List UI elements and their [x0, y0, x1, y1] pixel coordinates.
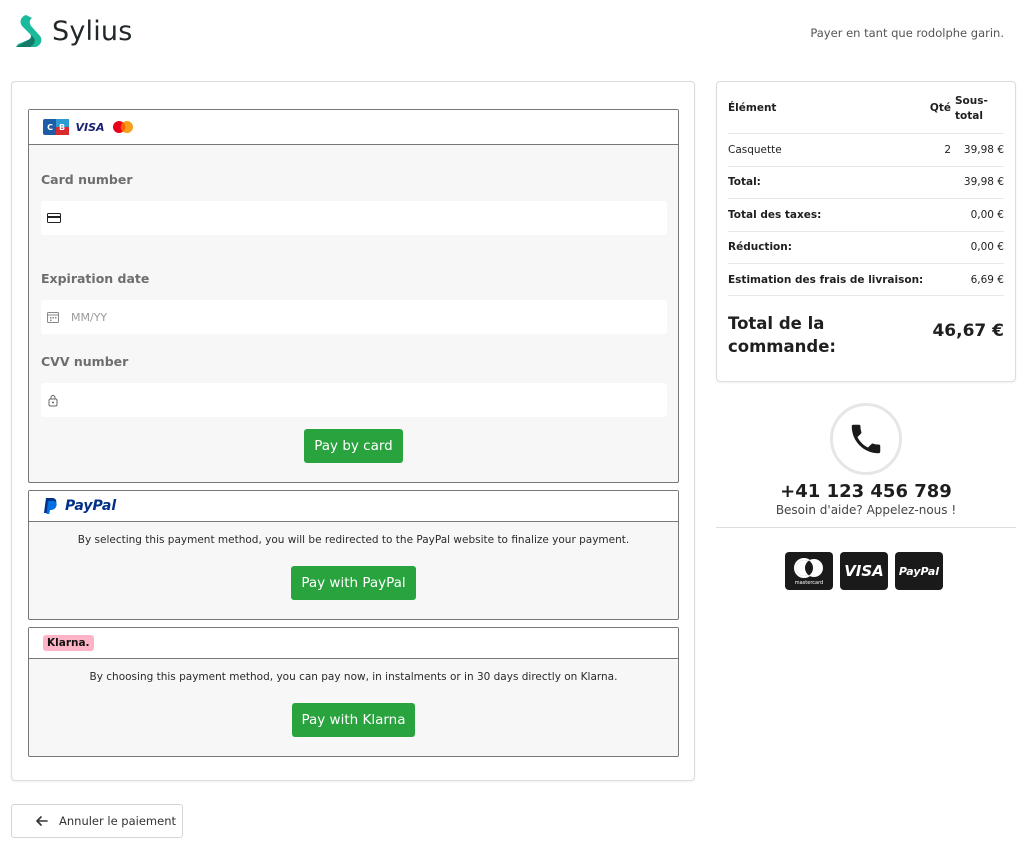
- svg-text:B: B: [59, 123, 65, 132]
- summary-shipping-value: 6,69 €: [970, 274, 1004, 286]
- phone-icon: [851, 424, 881, 454]
- klarna-description: By choosing this payment method, you can…: [89, 671, 618, 683]
- summary-discount-label: Réduction:: [728, 241, 792, 253]
- summary-order-total: Total de la commande: 46,67 €: [728, 310, 1004, 360]
- phone-number[interactable]: +41 123 456 789: [716, 481, 1016, 502]
- pay-by-card-button[interactable]: Pay by card: [304, 429, 403, 463]
- summary-total-value: 39,98 €: [963, 176, 1004, 188]
- klarna-logo: Klarna.: [43, 635, 94, 651]
- cvv-label: CVV number: [41, 354, 129, 369]
- arrow-left-icon: [36, 816, 48, 826]
- visa-icon: VISA: [75, 121, 104, 134]
- summary-discount-row: Réduction: 0,00 €: [728, 232, 1004, 264]
- summary-item-name: Casquette: [728, 144, 782, 156]
- pay-with-klarna-button[interactable]: Pay with Klarna: [292, 703, 415, 737]
- summary-taxes-row: Total des taxes: 0,00 €: [728, 199, 1004, 232]
- paypal-badge: PayPal: [895, 552, 943, 590]
- lock-icon: [48, 394, 58, 406]
- expiration-date-field[interactable]: MM/YY: [41, 300, 667, 334]
- mastercard-caption: mastercard: [795, 580, 823, 586]
- order-total-value: 46,67 €: [932, 321, 1004, 341]
- paypal-method-header[interactable]: PayPal: [29, 491, 678, 522]
- summary-item-qty: 2: [944, 144, 951, 156]
- expiration-date-label: Expiration date: [41, 271, 150, 286]
- klarna-payment-method[interactable]: Klarna. By choosing this payment method,…: [28, 627, 679, 757]
- brand-name: Sylius: [52, 15, 133, 47]
- sylius-logo[interactable]: Sylius: [14, 14, 133, 48]
- paypal-description: By selecting this payment method, you wi…: [77, 534, 630, 546]
- visa-badge-text: VISA: [844, 562, 884, 580]
- mastercard-icon: [113, 121, 133, 133]
- pay-as-text: Payer en tant que rodolphe garin.: [810, 26, 1004, 40]
- summary-item-row: Casquette 2 39,98 €: [728, 134, 1004, 167]
- mastercard-badge: mastercard: [785, 552, 833, 590]
- summary-header-qty: Qté: [929, 102, 951, 114]
- order-total-label-line2: commande:: [728, 337, 836, 356]
- cvv-field[interactable]: [41, 383, 667, 417]
- credit-card-icon: [47, 213, 61, 223]
- summary-header-subtotal-line1: Sous-: [955, 95, 988, 107]
- paypal-payment-method[interactable]: PayPal By selecting this payment method,…: [28, 490, 679, 620]
- cancel-payment-button[interactable]: Annuler le paiement: [11, 804, 183, 838]
- klarna-method-header[interactable]: Klarna.: [29, 628, 678, 659]
- summary-shipping-row: Estimation des frais de livraison: 6,69 …: [728, 264, 1004, 296]
- summary-taxes-label: Total des taxes:: [728, 209, 822, 221]
- mastercard-badge-icon: mastercard: [794, 558, 823, 586]
- paypal-logo-text: PayPal: [65, 498, 117, 514]
- card-number-field[interactable]: [41, 201, 667, 235]
- paypal-badge-text: PayPal: [898, 564, 940, 578]
- cb-card-icon: C B: [43, 119, 69, 135]
- order-total-label: Total de la commande:: [728, 312, 836, 358]
- summary-header-row: Élément Qté Sous- total: [728, 92, 1004, 134]
- paypal-logo-icon: [44, 498, 57, 514]
- sylius-swan-icon: [16, 15, 42, 47]
- calendar-icon: [47, 312, 59, 323]
- header: Sylius Payer en tant que rodolphe garin.: [0, 0, 1031, 70]
- payment-methods-card: C B VISA Card number Expiration date MM/…: [11, 81, 695, 781]
- cancel-payment-label: Annuler le paiement: [59, 814, 177, 828]
- help-section: +41 123 456 789 Besoin d'aide? Appelez-n…: [716, 400, 1016, 528]
- order-summary: Élément Qté Sous- total Casquette 2 39,9…: [716, 81, 1016, 382]
- summary-discount-value: 0,00 €: [970, 241, 1004, 253]
- expiration-date-input[interactable]: MM/YY: [71, 311, 107, 324]
- summary-shipping-label: Estimation des frais de livraison:: [728, 274, 924, 286]
- summary-item-subtotal: 39,98 €: [963, 144, 1004, 156]
- card-method-header[interactable]: C B VISA: [29, 110, 678, 145]
- card-number-label: Card number: [41, 172, 133, 187]
- visa-badge: VISA: [840, 552, 888, 590]
- order-total-label-line1: Total de la: [728, 314, 825, 333]
- summary-taxes-value: 0,00 €: [970, 209, 1004, 221]
- help-text: Besoin d'aide? Appelez-nous !: [775, 503, 957, 517]
- card-payment-method[interactable]: C B VISA Card number Expiration date MM/…: [28, 109, 679, 483]
- summary-total-label: Total:: [728, 176, 761, 188]
- summary-header-subtotal: Sous- total: [955, 94, 988, 124]
- svg-text:C: C: [47, 123, 53, 132]
- svg-text:VISA: VISA: [75, 121, 104, 134]
- accepted-payment-logos: mastercard VISA PayPal: [785, 552, 943, 590]
- phone-circle: [830, 403, 902, 475]
- summary-header-item: Élément: [728, 102, 777, 114]
- pay-with-paypal-button[interactable]: Pay with PayPal: [291, 566, 416, 600]
- summary-header-subtotal-line2: total: [955, 110, 983, 122]
- summary-total-row: Total: 39,98 €: [728, 167, 1004, 199]
